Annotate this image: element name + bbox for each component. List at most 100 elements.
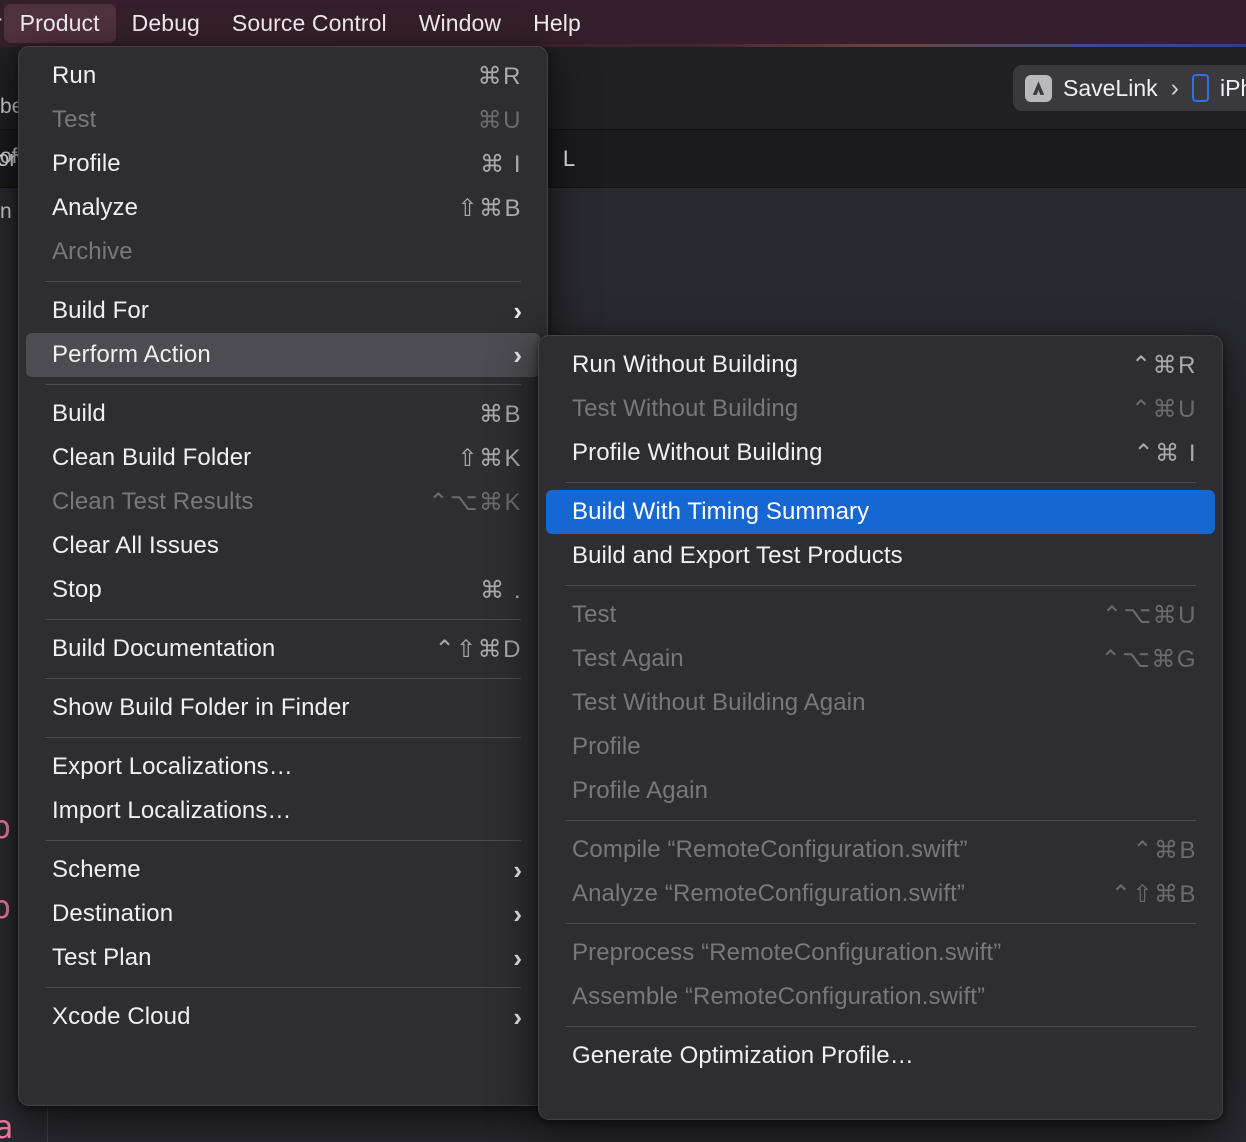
- menu-separator: [45, 281, 521, 282]
- menu-bar-truncated-item[interactable]: r: [0, 10, 4, 37]
- menu-item-label: Build With Timing Summary: [572, 498, 870, 525]
- menu-bar-item-product[interactable]: Product: [3, 4, 116, 43]
- menu-item-label: Clean Build Folder: [52, 444, 252, 471]
- menu-separator: [565, 1026, 1196, 1027]
- menu-bar-item-debug[interactable]: Debug: [116, 4, 216, 43]
- sidebar-item-fragment[interactable]: n: [0, 200, 12, 224]
- menu-item-label: Test Again: [572, 645, 684, 672]
- menu-item-run[interactable]: Run ⌘R: [26, 54, 540, 98]
- menu-item-label: Stop: [52, 576, 102, 603]
- submenu-item-profile-without-building[interactable]: Profile Without Building ⌃⌘ I: [546, 431, 1215, 475]
- submenu-item-preprocess-file: Preprocess “RemoteConfiguration.swift”: [546, 931, 1215, 975]
- chevron-right-icon: ›: [513, 296, 522, 326]
- menu-item-build-documentation[interactable]: Build Documentation ⌃⇧⌘D: [26, 627, 540, 671]
- menu-item-label: Preprocess “RemoteConfiguration.swift”: [572, 939, 1002, 966]
- menu-item-label: Clear All Issues: [52, 532, 219, 559]
- menu-item-label: Compile “RemoteConfiguration.swift”: [572, 836, 968, 863]
- menu-item-destination[interactable]: Destination ›: [26, 892, 540, 936]
- destination-name-label: iPh: [1219, 74, 1246, 101]
- menu-separator: [45, 737, 521, 738]
- chevron-right-icon: ›: [513, 1002, 522, 1032]
- menu-separator: [565, 482, 1196, 483]
- tab-label: L: [562, 145, 576, 171]
- product-menu-popup[interactable]: Run ⌘R Test ⌘U Profile ⌘ I Analyze ⇧⌘B A…: [18, 46, 548, 1106]
- menu-item-shortcut: ⌘R: [477, 62, 522, 90]
- chevron-right-icon: ›: [513, 340, 522, 370]
- menu-item-xcode-cloud[interactable]: Xcode Cloud ›: [26, 995, 540, 1039]
- menu-separator: [565, 923, 1196, 924]
- menu-separator: [565, 820, 1196, 821]
- menu-separator: [565, 585, 1196, 586]
- submenu-item-assemble-file: Assemble “RemoteConfiguration.swift”: [546, 975, 1215, 1019]
- submenu-item-run-without-building[interactable]: Run Without Building ⌃⌘R: [546, 343, 1215, 387]
- menu-separator: [45, 678, 521, 679]
- menu-item-shortcut: ⌃⌘ I: [1133, 439, 1197, 467]
- menu-item-build[interactable]: Build ⌘B: [26, 392, 540, 436]
- menu-item-label: Scheme: [52, 856, 141, 883]
- menu-item-label: Assemble “RemoteConfiguration.swift”: [572, 983, 986, 1010]
- menu-item-shortcut: ⌃⇧⌘D: [434, 635, 522, 663]
- menu-item-label: Test: [52, 106, 97, 133]
- menu-item-label: Export Localizations…: [52, 753, 293, 780]
- menu-item-clear-all-issues[interactable]: Clear All Issues: [26, 524, 540, 568]
- menu-separator: [45, 619, 521, 620]
- menu-item-label: Show Build Folder in Finder: [52, 694, 350, 721]
- submenu-item-test-without-building: Test Without Building ⌃⌘U: [546, 387, 1215, 431]
- submenu-item-profile-again: Profile Again: [546, 769, 1215, 813]
- submenu-item-analyze-file: Analyze “RemoteConfiguration.swift” ⌃⇧⌘B: [546, 872, 1215, 916]
- menu-item-shortcut: ⌘B: [478, 400, 522, 428]
- menu-item-label: Test Plan: [52, 944, 152, 971]
- submenu-item-build-and-export-test-products[interactable]: Build and Export Test Products: [546, 534, 1215, 578]
- menu-item-shortcut: ⌘ I: [480, 150, 522, 178]
- menu-item-label: Test Without Building: [572, 395, 799, 422]
- menu-item-label: Profile: [52, 150, 121, 177]
- menu-item-shortcut: ⌃⌘R: [1131, 351, 1197, 379]
- menu-item-shortcut: ⌘ .: [480, 576, 522, 604]
- menu-item-label: Import Localizations…: [52, 797, 292, 824]
- menu-item-build-for[interactable]: Build For ›: [26, 289, 540, 333]
- menu-item-clean-build-folder[interactable]: Clean Build Folder ⇧⌘K: [26, 436, 540, 480]
- menu-bar-item-help[interactable]: Help: [517, 4, 597, 43]
- menu-item-label: Run Without Building: [572, 351, 799, 378]
- submenu-item-generate-optimization-profile[interactable]: Generate Optimization Profile…: [546, 1034, 1215, 1078]
- chevron-right-icon: ›: [513, 899, 522, 929]
- submenu-item-test: Test ⌃⌥⌘U: [546, 593, 1215, 637]
- menu-item-show-build-folder-in-finder[interactable]: Show Build Folder in Finder: [26, 686, 540, 730]
- menu-item-perform-action[interactable]: Perform Action ›: [26, 333, 540, 377]
- menu-item-scheme[interactable]: Scheme ›: [26, 848, 540, 892]
- scheme-destination-chip[interactable]: SaveLink › iPh: [1013, 65, 1246, 111]
- menu-item-label: Build and Export Test Products: [572, 542, 903, 569]
- menu-item-profile[interactable]: Profile ⌘ I: [26, 142, 540, 186]
- menu-item-stop[interactable]: Stop ⌘ .: [26, 568, 540, 612]
- menu-bar-item-source-control[interactable]: Source Control: [216, 4, 403, 43]
- menu-item-label: Build: [52, 400, 106, 427]
- submenu-item-test-without-building-again: Test Without Building Again: [546, 681, 1215, 725]
- menu-item-shortcut: ⌃⌘B: [1132, 836, 1197, 864]
- menu-bar-item-window[interactable]: Window: [403, 4, 517, 43]
- sidebar-item-fragment[interactable]: of: [0, 145, 18, 169]
- menu-item-test-plan[interactable]: Test Plan ›: [26, 936, 540, 980]
- xcode-window: swift remoteConfig = R o: o: a SaveLink …: [0, 0, 1246, 1142]
- menu-item-export-localizations[interactable]: Export Localizations…: [26, 745, 540, 789]
- menu-item-label: Destination: [52, 900, 174, 927]
- menu-item-shortcut: ⌃⌥⌘U: [1101, 601, 1197, 629]
- menu-item-shortcut: ⇧⌘B: [457, 194, 522, 222]
- menu-item-label: Profile Again: [572, 777, 709, 804]
- xcode-app-icon: [1025, 74, 1052, 102]
- menu-item-label: Perform Action: [52, 341, 211, 368]
- menu-bar: r Product Debug Source Control Window He…: [0, 0, 1246, 47]
- submenu-item-test-again: Test Again ⌃⌥⌘G: [546, 637, 1215, 681]
- menu-item-shortcut: ⌃⌘U: [1131, 395, 1197, 423]
- menu-separator: [45, 840, 521, 841]
- menu-item-analyze[interactable]: Analyze ⇧⌘B: [26, 186, 540, 230]
- submenu-item-compile-file: Compile “RemoteConfiguration.swift” ⌃⌘B: [546, 828, 1215, 872]
- menu-item-label: Build For: [52, 297, 149, 324]
- submenu-item-profile: Profile: [546, 725, 1215, 769]
- editor-code-fragment-kw-3: a: [0, 1108, 14, 1142]
- menu-item-label: Profile Without Building: [572, 439, 823, 466]
- iphone-icon: [1191, 74, 1209, 102]
- submenu-item-build-with-timing-summary[interactable]: Build With Timing Summary: [546, 490, 1215, 534]
- menu-item-import-localizations[interactable]: Import Localizations…: [26, 789, 540, 833]
- menu-item-shortcut: ⌘U: [477, 106, 522, 134]
- perform-action-submenu-popup[interactable]: Run Without Building ⌃⌘R Test Without Bu…: [538, 335, 1223, 1120]
